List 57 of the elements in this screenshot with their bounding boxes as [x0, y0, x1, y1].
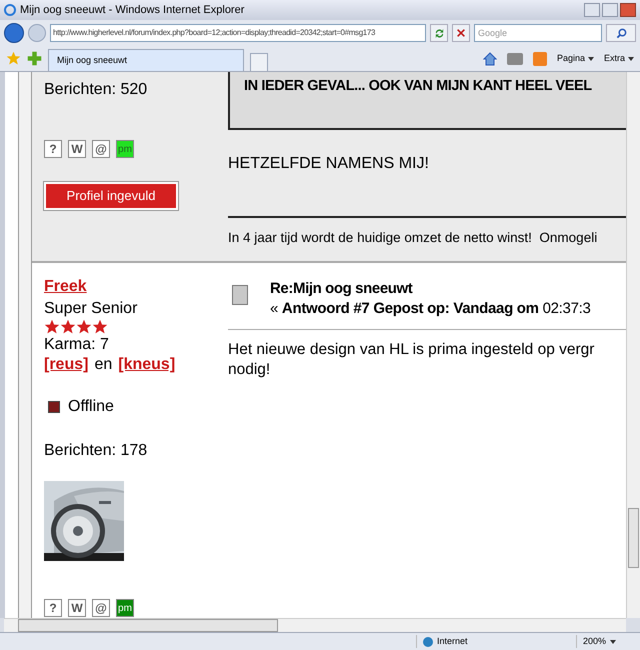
profile-badge: Profiel ingevuld [44, 182, 178, 210]
post-text: HETZELFDE NAMENS MIJ! [228, 154, 430, 174]
maximize-button[interactable] [602, 3, 618, 17]
scrollbar-thumb[interactable] [628, 508, 639, 568]
minimize-button[interactable] [584, 3, 600, 17]
back-button[interactable] [4, 23, 24, 43]
scrollbar-thumb[interactable] [18, 619, 278, 632]
profile-icon-button[interactable]: W [68, 140, 86, 158]
internet-zone: Internet [416, 634, 576, 648]
search-button[interactable] [606, 24, 636, 42]
karma-joiner: en [94, 355, 112, 375]
post-meta: « Antwoord #7 Gepost op: Vandaag om 02:37:3 [270, 299, 591, 319]
member-rank: Super Senior [44, 299, 138, 319]
stop-button[interactable] [452, 24, 470, 42]
caret-icon [588, 57, 594, 61]
vertical-scrollbar[interactable] [626, 72, 640, 618]
forward-button[interactable] [28, 24, 46, 42]
new-tab-button[interactable] [250, 53, 268, 71]
status-label: Offline [68, 397, 114, 417]
caret-icon [610, 640, 616, 644]
browser-tab[interactable]: Mijn oog sneeuwt [48, 49, 244, 71]
caret-icon [628, 57, 634, 61]
home-icon[interactable] [482, 52, 497, 66]
karma-up-link[interactable]: [reus] [44, 355, 88, 375]
karma-down-link[interactable]: [kneus] [118, 355, 176, 375]
karma-text: Karma: 7 [44, 335, 109, 355]
profile-icon-button[interactable]: @ [92, 599, 110, 617]
refresh-button[interactable] [430, 24, 448, 42]
search-icon [616, 28, 626, 38]
pm-button[interactable]: pm [116, 140, 134, 158]
zoom-level[interactable]: 200% [576, 634, 640, 648]
page-menu[interactable]: Pagina [556, 52, 594, 66]
post-text: Het nieuwe design van HL is prima ingesteld op vergr [228, 340, 596, 360]
horizontal-scrollbar[interactable] [4, 618, 626, 632]
close-button[interactable] [620, 3, 636, 17]
add-favorite-icon[interactable] [27, 51, 42, 66]
pm-button[interactable]: pm [116, 599, 134, 617]
window-title: Mijn oog sneeuwt - Windows Internet Explorer [20, 2, 246, 18]
profile-icon-button[interactable]: ? [44, 140, 62, 158]
refresh-icon [434, 28, 444, 38]
profile-icon-button[interactable]: ? [44, 599, 62, 617]
search-field[interactable]: Google [474, 24, 602, 42]
profile-icon-button[interactable]: W [68, 599, 86, 617]
quote-box: IN IEDER GEVAL... OOK VAN MIJN KANT HEEL VEEL [228, 72, 626, 130]
tools-menu[interactable]: Extra [604, 52, 634, 66]
address-field[interactable]: http://www.higherlevel.nl/forum/index.php?board=12;action=display;threadid=20342;start=0#msg173 [50, 24, 426, 42]
post-count: Berichten: 520 [44, 80, 148, 100]
post-count: Berichten: 178 [44, 441, 148, 461]
profile-icon-button[interactable]: @ [92, 140, 110, 158]
close-icon [456, 28, 466, 38]
favorites-star-icon[interactable] [6, 51, 21, 66]
post-title: Re:Mijn oog sneeuwt [270, 279, 414, 299]
username-link[interactable]: Freek [44, 275, 87, 299]
signature-text: In 4 jaar tijd wordt de huidige omzet de netto winst! Onmogeli [228, 229, 598, 247]
post-text: nodig! [228, 360, 272, 380]
document-icon [232, 285, 248, 305]
ie-icon [4, 4, 16, 16]
